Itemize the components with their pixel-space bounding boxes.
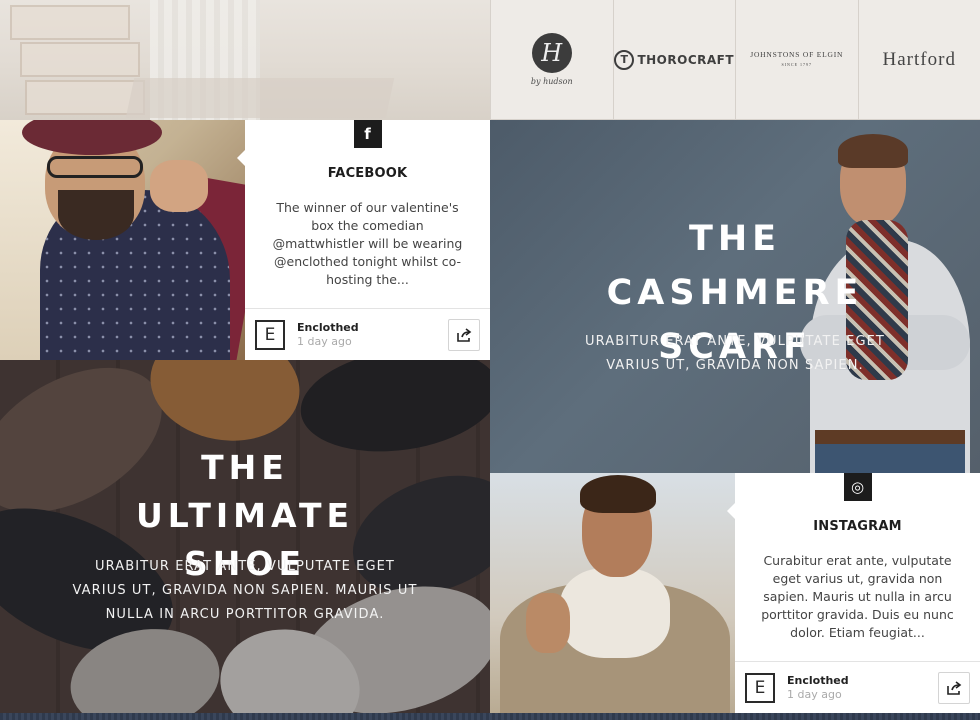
hand-shape	[526, 593, 570, 653]
denim-strip	[0, 713, 980, 720]
shoe-subtitle-text: URABITUR ERAT ANTE, VULPUTATE EGET VARIU…	[72, 559, 418, 622]
belt-shape	[815, 430, 965, 444]
facebook-icon: f	[353, 120, 382, 148]
avatar[interactable]: E	[745, 672, 775, 703]
card-title: INSTAGRAM	[813, 519, 902, 534]
brand-hudson-logo[interactable]: H by hudson	[491, 0, 614, 120]
brand-johnstons-logo[interactable]: JOHNSTONS OF ELGIN SINCE 1797	[736, 0, 859, 120]
author-name[interactable]: Enclothed	[297, 321, 359, 334]
page: H by hudson T THOROCRAFT JOHNSTONS OF EL…	[0, 0, 980, 720]
scarf-subtitle: URABITUR ERAT ANTE, VULPUTATE EGET VARIU…	[490, 330, 980, 378]
folded-clothes-shape	[125, 78, 395, 118]
share-button[interactable]	[448, 318, 480, 351]
post-time: 1 day ago	[787, 688, 842, 701]
author-name[interactable]: Enclothed	[787, 674, 849, 687]
post-time: 1 day ago	[297, 335, 352, 348]
card-text: Curabitur erat ante, vulputate eget vari…	[761, 553, 954, 640]
johnstons-name: JOHNSTONS OF ELGIN	[750, 49, 844, 59]
scarf-shape	[560, 568, 670, 658]
avatar[interactable]: E	[255, 319, 285, 350]
card-title: FACEBOOK	[327, 166, 408, 181]
hair-shape	[838, 134, 908, 168]
card-footer: E Enclothed 1 day ago	[735, 661, 980, 713]
dresser-photo	[0, 0, 490, 120]
card-pointer	[727, 503, 735, 519]
glasses-shape	[47, 156, 143, 178]
jeans-shape	[815, 444, 965, 473]
thorocraft-name: THOROCRAFT	[637, 52, 735, 67]
johnstons-wordmark: JOHNSTONS OF ELGIN SINCE 1797	[750, 50, 843, 70]
share-icon	[457, 327, 472, 342]
beard-shape	[58, 190, 134, 240]
hudson-monogram: H	[531, 33, 572, 73]
facebook-card: f FACEBOOK The winner of our valentine's…	[237, 120, 490, 360]
thorocraft-icon: T	[614, 49, 635, 70]
card-pointer	[237, 150, 245, 166]
share-button[interactable]	[938, 671, 970, 704]
johnstons-since: SINCE 1797	[781, 61, 813, 67]
author-block: Enclothed 1 day ago	[297, 321, 359, 348]
cashmere-scarf-banner[interactable]: THE CASHMERE SCARF URABITUR ERAT ANTE, V…	[490, 120, 980, 473]
drawer-shape	[10, 5, 130, 40]
instagram-card: ◎ INSTAGRAM Curabitur erat ante, vulputa…	[727, 473, 980, 713]
thorocraft-wordmark: T THOROCRAFT	[614, 49, 735, 70]
brand-logos: H by hudson T THOROCRAFT JOHNSTONS OF EL…	[490, 0, 980, 120]
card-footer: E Enclothed 1 day ago	[245, 308, 490, 360]
brand-hartford-logo[interactable]: Hartford	[858, 0, 980, 120]
scarf-subtitle-text: URABITUR ERAT ANTE, VULPUTATE EGET VARIU…	[585, 334, 885, 373]
brand-thorocraft-logo[interactable]: T THOROCRAFT	[613, 0, 736, 120]
card-text: The winner of our valentine's box the co…	[272, 200, 463, 287]
hair-shape	[580, 475, 656, 513]
facebook-post-photo[interactable]	[0, 120, 245, 360]
instagram-post-photo[interactable]	[490, 473, 735, 713]
author-block: Enclothed 1 day ago	[787, 674, 849, 701]
shoe-subtitle: URABITUR ERAT ANTE, VULPUTATE EGET VARIU…	[0, 555, 490, 627]
share-icon	[947, 680, 962, 695]
hudson-tagline: by hudson	[530, 77, 573, 86]
drawer-shape	[20, 42, 140, 77]
ultimate-shoe-banner[interactable]: THE ULTIMATE SHOE URABITUR ERAT ANTE, VU…	[0, 360, 490, 713]
hand-shape	[150, 160, 208, 212]
instagram-icon: ◎	[843, 473, 872, 501]
hartford-wordmark: Hartford	[882, 48, 956, 70]
